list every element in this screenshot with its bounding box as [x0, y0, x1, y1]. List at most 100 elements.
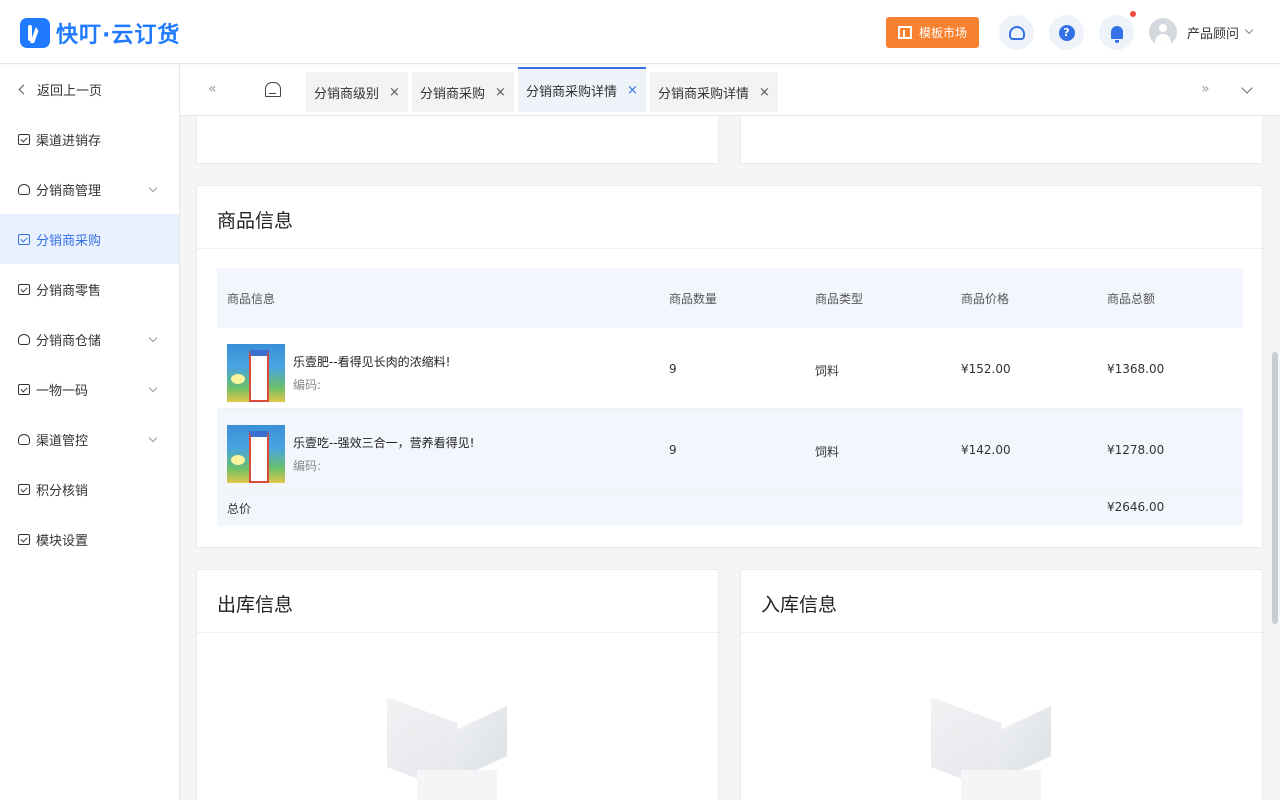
column-header: 商品总额: [1107, 292, 1156, 306]
product-price: ¥142.00: [961, 443, 1011, 457]
chevron-down-icon: [148, 333, 158, 343]
close-icon[interactable]: ×: [759, 85, 770, 100]
menu-icon: [18, 233, 30, 245]
bell-icon: [1110, 26, 1123, 43]
headset-icon: [1008, 25, 1025, 40]
menu-icon: [18, 533, 30, 545]
card-title: 入库信息: [761, 594, 838, 616]
logo[interactable]: 快叮·云订货: [20, 17, 180, 49]
tab-distributor-purchase[interactable]: 分销商采购 ×: [412, 72, 514, 112]
chevron-down-icon: [148, 433, 158, 443]
outbound-info-card: 出库信息: [196, 569, 719, 800]
product-total: ¥1278.00: [1107, 443, 1165, 457]
customer-service-button[interactable]: [999, 15, 1034, 50]
notification-dot: [1130, 11, 1136, 17]
users-icon: [18, 333, 30, 345]
user-name: 产品顾问: [1187, 26, 1240, 42]
sidebar-item-distributor-warehouse[interactable]: 分销商仓储: [0, 314, 179, 364]
table-row: 乐壹肥--看得见长肉的浓缩料! 编码: 9 饲料 ¥152.00 ¥1368.0…: [217, 328, 1243, 409]
tab-purchase-detail[interactable]: 分销商采购详情 ×: [650, 72, 778, 112]
inbound-info-card: 入库信息: [740, 569, 1263, 800]
home-icon[interactable]: [265, 82, 281, 97]
total-row: 总价 ¥2646.00: [217, 490, 1243, 526]
product-code-label: 编码:: [293, 378, 322, 392]
sidebar-item-label: 分销商仓储: [36, 333, 102, 349]
tab-label: 分销商采购详情: [658, 86, 750, 102]
sidebar-item-label: 分销商管理: [36, 183, 102, 199]
tab-label: 分销商采购详情: [526, 85, 618, 100]
tabs-next-button[interactable]: »: [1201, 81, 1210, 97]
chevron-left-icon: [18, 84, 29, 94]
product-type: 饲料: [815, 445, 840, 459]
divider: [197, 248, 1262, 249]
product-name: 乐壹肥--看得见长肉的浓缩料!: [293, 355, 451, 369]
empty-state-illustration: [921, 697, 1071, 800]
chevron-down-icon[interactable]: [1241, 82, 1253, 94]
divider: [741, 632, 1262, 633]
help-button[interactable]: ?: [1049, 15, 1084, 50]
close-icon[interactable]: ×: [627, 83, 638, 98]
avatar: [1149, 18, 1177, 46]
tab-purchase-detail-active[interactable]: 分销商采购详情 ×: [518, 67, 646, 112]
tab-distributor-level[interactable]: 分销商级别 ×: [306, 72, 408, 112]
product-quantity: 9: [669, 362, 677, 376]
close-icon[interactable]: ×: [495, 85, 506, 100]
column-header: 商品类型: [815, 292, 864, 306]
menu-icon: [18, 283, 30, 295]
menu-icon: [18, 383, 30, 395]
total-value: ¥2646.00: [1107, 500, 1165, 514]
goods-info-card: 商品信息 商品信息 商品数量 商品类型 商品价格 商品总额 乐壹肥--看得见长肉…: [196, 185, 1263, 548]
empty-state-illustration: [377, 697, 527, 800]
logo-icon: [20, 18, 50, 48]
product-code-label: 编码:: [293, 459, 322, 473]
close-icon[interactable]: ×: [389, 85, 400, 100]
product-total: ¥1368.00: [1107, 362, 1165, 376]
scrollbar-thumb[interactable]: [1272, 352, 1278, 624]
sidebar-item-module-settings[interactable]: 模块设置: [0, 514, 179, 564]
user-menu[interactable]: 产品顾问: [1149, 18, 1254, 46]
sidebar-item-label: 分销商采购: [36, 233, 102, 249]
sidebar-item-channel-inventory[interactable]: 渠道进销存: [0, 114, 179, 164]
template-market-button[interactable]: 模板市场: [886, 17, 979, 48]
sidebar-item-label: 模块设置: [36, 533, 89, 549]
card-title: 出库信息: [217, 594, 294, 616]
card-title: 商品信息: [217, 210, 294, 232]
product-price: ¥152.00: [961, 362, 1011, 376]
back-label: 返回上一页: [37, 83, 103, 99]
users-icon: [18, 433, 30, 445]
column-header: 商品价格: [961, 292, 1010, 306]
product-type: 饲料: [815, 364, 840, 378]
notification-button[interactable]: [1099, 15, 1134, 50]
tabs-prev-button[interactable]: «: [208, 81, 217, 97]
sidebar-item-label: 渠道管控: [36, 433, 89, 449]
sidebar-item-distributor-purchase[interactable]: 分销商采购: [0, 214, 179, 264]
table-header: 商品信息 商品数量 商品类型 商品价格 商品总额: [217, 268, 1243, 328]
chevron-down-icon: [148, 383, 158, 393]
logo-text: 快叮·云订货: [56, 23, 181, 48]
sidebar-item-label: 积分核销: [36, 483, 89, 499]
chevron-down-icon: [1244, 25, 1254, 35]
product-image: [227, 344, 285, 402]
sidebar-item-distributor-retail[interactable]: 分销商零售: [0, 264, 179, 314]
product-image: [227, 425, 285, 483]
divider: [197, 632, 718, 633]
chevron-down-icon: [148, 183, 158, 193]
top-header: 快叮·云订货 模板市场 ? 产品顾问: [0, 0, 1280, 64]
template-market-label: 模板市场: [918, 26, 967, 40]
back-button[interactable]: 返回上一页: [0, 64, 179, 114]
sidebar-item-channel-control[interactable]: 渠道管控: [0, 414, 179, 464]
product-quantity: 9: [669, 443, 677, 457]
tab-bar: « 分销商级别 × 分销商采购 × 分销商采购详情 × 分销商采购详情 × »: [180, 64, 1280, 116]
sidebar-item-label: 分销商零售: [36, 283, 102, 299]
sidebar-item-distributor-management[interactable]: 分销商管理: [0, 164, 179, 214]
sidebar-item-one-item-one-code[interactable]: 一物一码: [0, 364, 179, 414]
menu-icon: [18, 483, 30, 495]
sidebar: 返回上一页 渠道进销存 分销商管理 分销商采购 分销商零售 分销商仓储 一物一码…: [0, 64, 180, 800]
sidebar-item-label: 渠道进销存: [36, 133, 102, 149]
sidebar-item-points-redemption[interactable]: 积分核销: [0, 464, 179, 514]
total-label: 总价: [227, 502, 252, 516]
help-icon: ?: [1058, 24, 1075, 41]
tab-label: 分销商级别: [314, 86, 380, 102]
goods-table: 商品信息 商品数量 商品类型 商品价格 商品总额 乐壹肥--看得见长肉的浓缩料!…: [217, 268, 1243, 526]
tab-label: 分销商采购: [420, 86, 486, 102]
